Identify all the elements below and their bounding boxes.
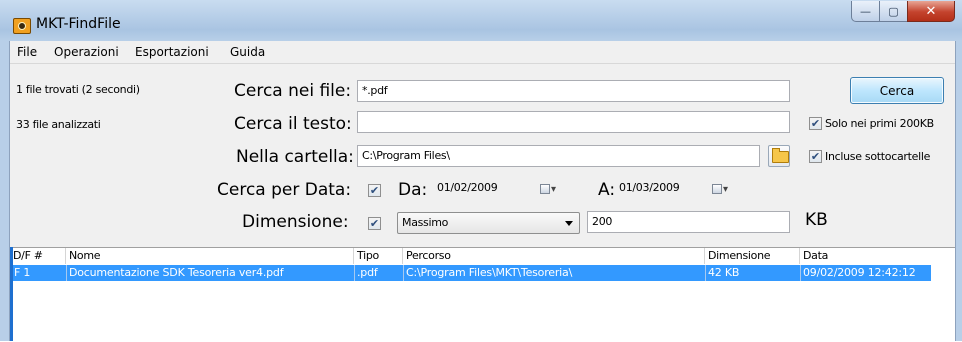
- maximize-icon: ▢: [888, 4, 899, 18]
- close-button[interactable]: ✕: [907, 1, 955, 22]
- cell-df: F 1: [14, 266, 31, 279]
- column-header-percorso[interactable]: Percorso: [403, 248, 705, 264]
- search-text-input[interactable]: [357, 111, 790, 133]
- cell-percorso: C:\Program Files\MKT\Tesoreria\: [406, 266, 573, 279]
- cell-nome: Documentazione SDK Tesoreria ver4.pdf: [69, 266, 284, 279]
- menu-operazioni[interactable]: Operazioni: [54, 45, 119, 59]
- only-first-label: Solo nei primi 200KB: [825, 117, 934, 130]
- search-files-label: Cerca nei file:: [234, 81, 352, 101]
- analyzed-status: 33 file analizzati: [16, 118, 101, 131]
- close-icon: ✕: [925, 3, 937, 19]
- list-left-edge: [10, 247, 13, 341]
- size-label: Dimensione:: [242, 212, 349, 232]
- from-label: Da:: [398, 180, 428, 200]
- dropdown-arrow-icon: ▾: [551, 183, 557, 195]
- results-header: D/F # Nome Tipo Percorso Dimensione Data: [10, 248, 955, 264]
- browse-folder-button[interactable]: [768, 145, 790, 167]
- client-area: File Operazioni Esportazioni Guida 1 fil…: [9, 41, 956, 342]
- found-status: 1 file trovati (2 secondi): [16, 83, 140, 96]
- title-bar[interactable]: MKT-FindFile — ▢ ✕: [0, 0, 962, 41]
- cell-dimensione: 42 KB: [708, 266, 740, 279]
- cell-tipo: .pdf: [357, 266, 378, 279]
- folder-icon: [772, 148, 789, 163]
- column-header-tipo[interactable]: Tipo: [354, 248, 403, 264]
- search-button[interactable]: Cerca: [850, 77, 944, 104]
- column-header-dimensione[interactable]: Dimensione: [705, 248, 800, 264]
- chevron-down-icon: [565, 221, 573, 226]
- search-files-input[interactable]: *.pdf: [357, 80, 790, 102]
- minimize-button[interactable]: —: [851, 1, 880, 22]
- dropdown-arrow-icon: ▾: [723, 183, 729, 195]
- to-date-value: 01/03/2009: [619, 181, 680, 194]
- menu-file[interactable]: File: [17, 45, 37, 59]
- size-mode-select[interactable]: Massimo: [397, 212, 580, 234]
- size-unit-label: KB: [805, 210, 828, 230]
- table-row[interactable]: F 1 Documentazione SDK Tesoreria ver4.pd…: [11, 265, 931, 281]
- column-header-nome[interactable]: Nome: [66, 248, 354, 264]
- to-label: A:: [598, 180, 616, 200]
- folder-input[interactable]: C:\Program Files\: [357, 145, 760, 167]
- size-value-input[interactable]: 200: [587, 211, 790, 233]
- column-header-df[interactable]: D/F #: [10, 248, 66, 264]
- only-first-checkbox[interactable]: ✔: [809, 117, 822, 130]
- results-list[interactable]: D/F # Nome Tipo Percorso Dimensione Data…: [10, 247, 955, 342]
- calendar-icon: [540, 184, 550, 194]
- date-checkbox[interactable]: ✔: [368, 184, 381, 197]
- size-checkbox[interactable]: ✔: [368, 217, 381, 230]
- cell-data: 09/02/2009 12:42:12: [803, 266, 916, 279]
- include-subfolders-checkbox[interactable]: ✔: [809, 150, 822, 163]
- from-date-value: 01/02/2009: [437, 181, 498, 194]
- folder-label: Nella cartella:: [236, 147, 354, 167]
- menu-bar: File Operazioni Esportazioni Guida: [10, 41, 955, 64]
- size-mode-value: Massimo: [402, 216, 449, 229]
- calendar-icon: [712, 184, 722, 194]
- minimize-icon: —: [860, 4, 871, 18]
- to-calendar-button[interactable]: ▾: [712, 182, 734, 196]
- camera-icon: [13, 18, 31, 34]
- menu-guida[interactable]: Guida: [230, 45, 265, 59]
- maximize-button[interactable]: ▢: [879, 1, 908, 22]
- date-label: Cerca per Data:: [217, 180, 352, 200]
- column-header-data[interactable]: Data: [800, 248, 935, 264]
- include-subfolders-label: Incluse sottocartelle: [825, 150, 931, 163]
- menu-esportazioni[interactable]: Esportazioni: [135, 45, 209, 59]
- from-calendar-button[interactable]: ▾: [540, 182, 562, 196]
- search-text-label: Cerca il testo:: [234, 114, 352, 134]
- window-title: MKT-FindFile: [36, 16, 121, 32]
